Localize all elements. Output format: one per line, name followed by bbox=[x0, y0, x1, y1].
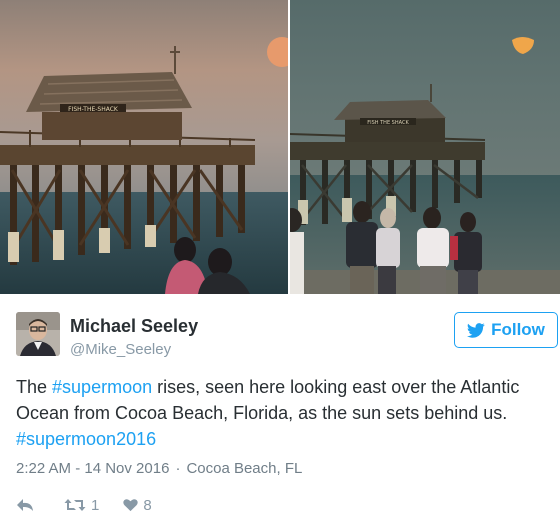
user-name[interactable]: Michael Seeley bbox=[70, 316, 198, 337]
tweet-media: FISH-THE-SHACK FISH THE SHACK bbox=[0, 0, 560, 294]
avatar-image bbox=[16, 312, 60, 356]
user-handle[interactable]: @Mike_Seeley bbox=[70, 341, 171, 358]
shack-sign-left: FISH-THE-SHACK bbox=[68, 106, 119, 113]
hashtag-link-supermoon2016[interactable]: #supermoon2016 bbox=[16, 429, 156, 449]
meta-separator: · bbox=[175, 460, 181, 477]
bird-icon bbox=[467, 322, 485, 338]
heart-icon bbox=[123, 499, 139, 512]
retweet-count: 1 bbox=[91, 496, 100, 514]
tweet-text-part: The bbox=[16, 377, 53, 397]
photo-pier-right[interactable]: FISH THE SHACK bbox=[290, 0, 560, 294]
photo-pier-left[interactable]: FISH-THE-SHACK bbox=[0, 0, 288, 294]
tweet-actions: 1 8 bbox=[16, 494, 152, 516]
follow-label: Follow bbox=[491, 320, 545, 339]
like-count: 8 bbox=[143, 496, 152, 514]
pier-photo-image: FISH THE SHACK bbox=[290, 0, 560, 294]
avatar[interactable] bbox=[16, 312, 60, 356]
hashtag-link-supermoon[interactable]: #supermoon bbox=[52, 377, 152, 397]
reply-button[interactable] bbox=[16, 498, 34, 512]
retweet-icon bbox=[64, 499, 86, 511]
retweet-button[interactable]: 1 bbox=[64, 497, 99, 514]
tweet-timestamp[interactable]: 2:22 AM - 14 Nov 2016 bbox=[16, 460, 169, 477]
tweet-location[interactable]: Cocoa Beach, FL bbox=[186, 460, 302, 477]
shack-sign-right: FISH THE SHACK bbox=[367, 120, 409, 126]
follow-button[interactable]: Follow bbox=[454, 312, 558, 348]
tweet-text: The #supermoon rises, seen here looking … bbox=[16, 374, 546, 452]
tweet-header: Michael Seeley @Mike_Seeley Follow bbox=[0, 294, 560, 364]
reply-icon bbox=[17, 499, 33, 511]
pier-photo-image: FISH-THE-SHACK bbox=[0, 0, 288, 294]
like-button[interactable]: 8 bbox=[123, 496, 152, 514]
tweet-meta: 2:22 AM - 14 Nov 2016 · Cocoa Beach, FL bbox=[16, 460, 302, 477]
